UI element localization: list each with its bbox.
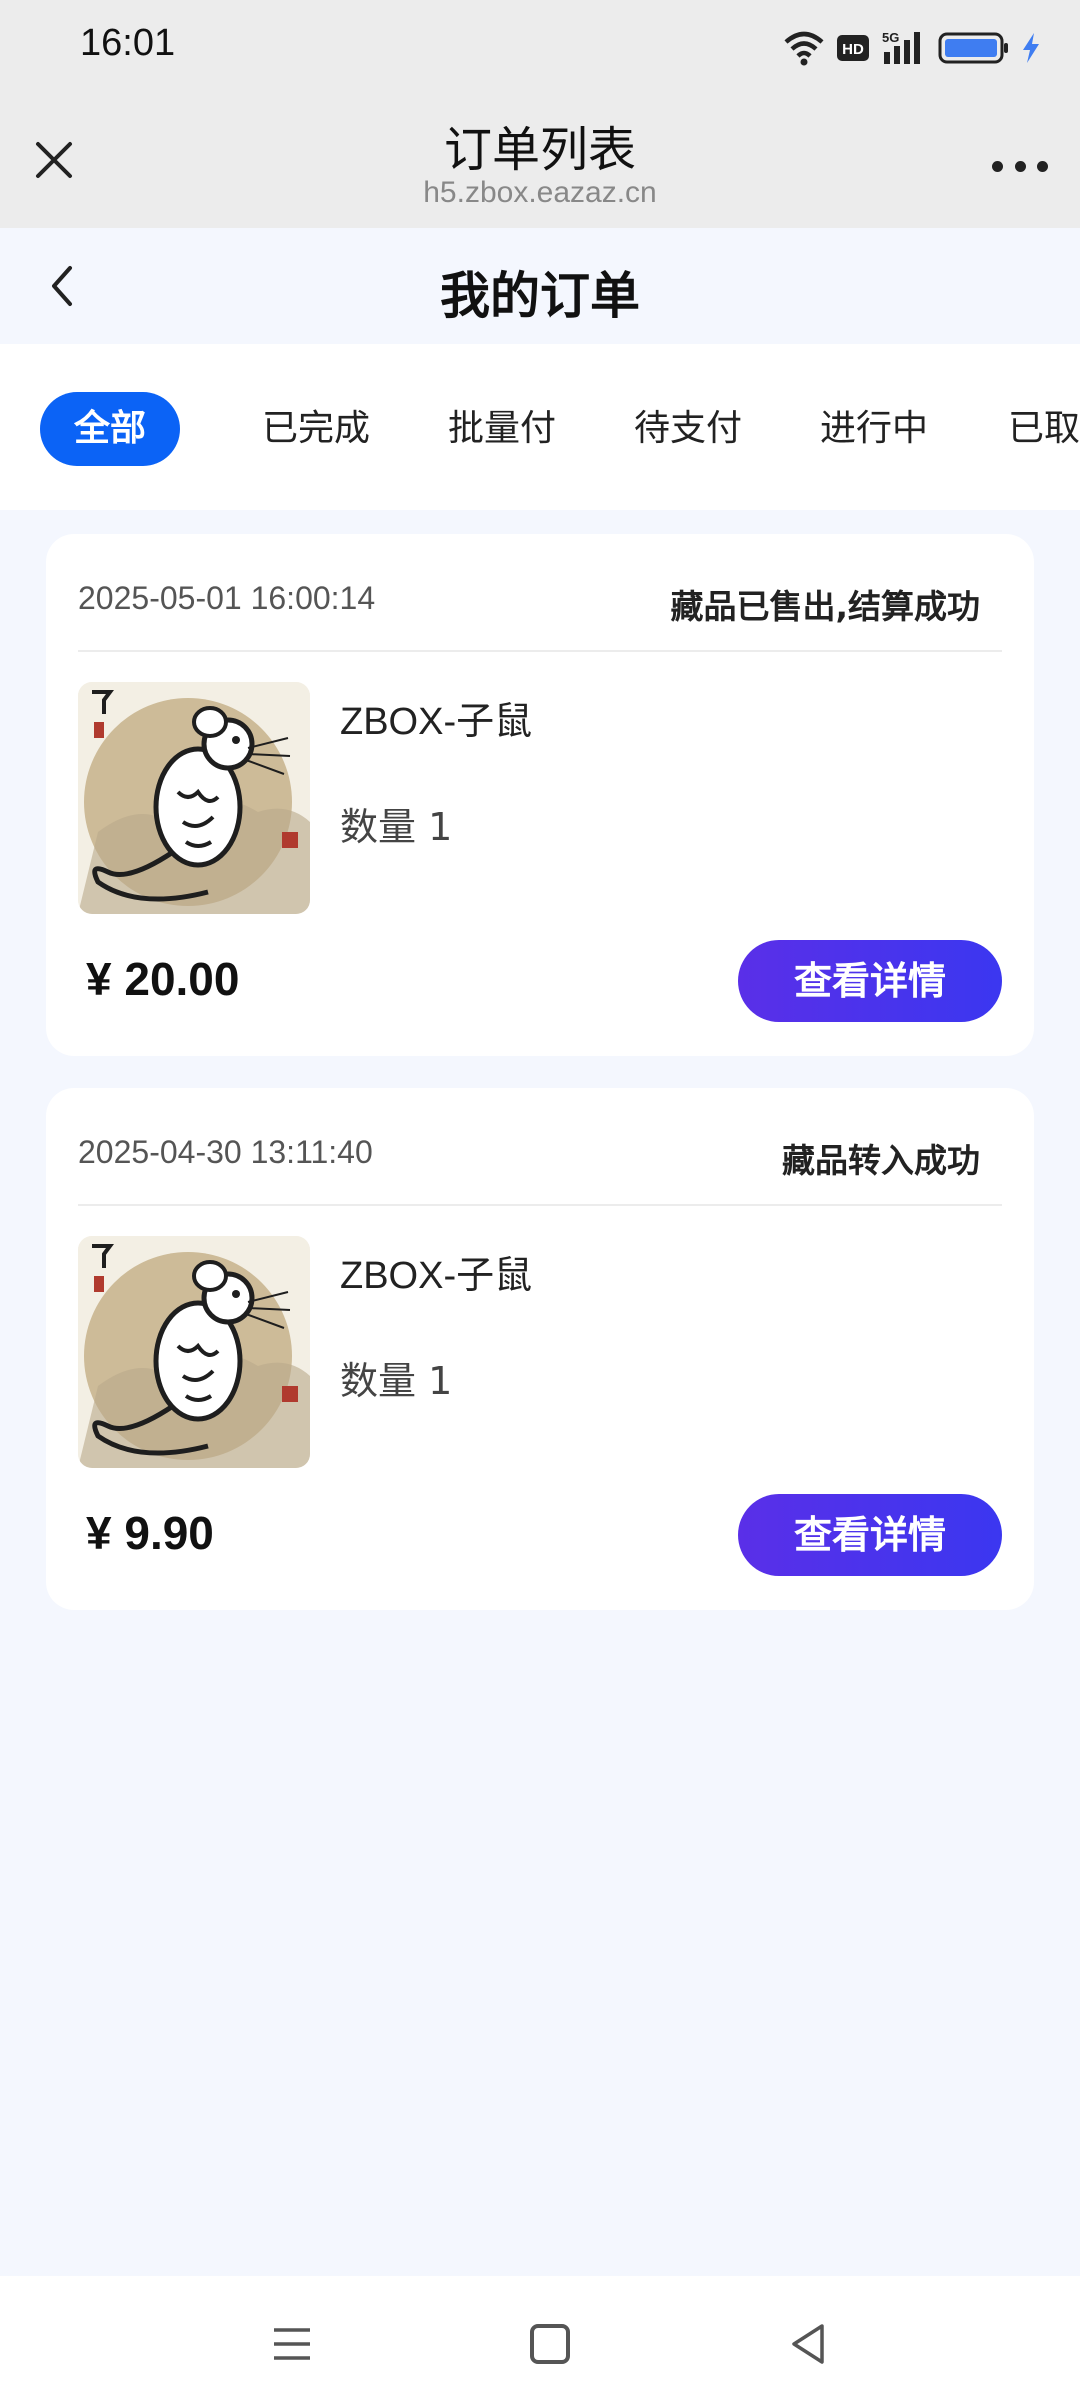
- product-quantity: 数量 1: [340, 805, 453, 849]
- order-date: 2025-04-30 13:11:40: [78, 1134, 373, 1170]
- status-bar: 16:01 HD 5G: [0, 0, 1080, 96]
- view-details-button[interactable]: 查看详情: [738, 1494, 1002, 1576]
- status-time: 16:01: [80, 22, 176, 64]
- order-tabs: 全部 已完成 批量付 待支付 进行中 已取消: [0, 344, 1080, 510]
- order-status: 藏品转入成功: [782, 1141, 980, 1180]
- product-image: [78, 1236, 310, 1468]
- wifi-icon: [784, 31, 824, 66]
- tab-cancelled[interactable]: 已取消: [1008, 392, 1080, 466]
- product-quantity: 数量 1: [340, 1359, 453, 1403]
- tab-pending-payment[interactable]: 待支付: [634, 392, 742, 466]
- more-dot: [1014, 160, 1026, 172]
- rat-artwork: [78, 1236, 310, 1468]
- order-card[interactable]: 2025-04-30 13:11:40 藏品转入成功 ZBOX-子鼠 数量 1 …: [46, 1088, 1034, 1610]
- divider: [78, 1204, 1002, 1206]
- signal-icon: 5G: [882, 30, 920, 64]
- hd-icon: HD: [837, 35, 869, 61]
- divider: [78, 650, 1002, 652]
- more-dot: [992, 160, 1003, 172]
- order-date: 2025-05-01 16:00:14: [78, 580, 376, 616]
- browser-bar: 订单列表 h5.zbox.eazaz.cn: [0, 96, 1080, 228]
- more-dot: [1037, 160, 1048, 172]
- order-status: 藏品已售出,结算成功: [670, 587, 980, 626]
- battery-icon: [938, 32, 1008, 64]
- nav-back-icon[interactable]: [788, 2322, 828, 2366]
- hd-label: HD: [842, 41, 864, 58]
- browser-title: 订单列表: [443, 122, 636, 178]
- more-icon[interactable]: [992, 156, 1048, 176]
- charging-icon: [1023, 33, 1039, 63]
- network-label: 5G: [882, 30, 899, 45]
- tab-all[interactable]: 全部: [40, 392, 180, 466]
- nav-menu-icon[interactable]: [272, 2324, 312, 2364]
- page-title: 我的订单: [440, 267, 640, 325]
- browser-url: h5.zbox.eazaz.cn: [423, 176, 657, 209]
- nav-home-icon[interactable]: [530, 2324, 570, 2364]
- order-card[interactable]: 2025-05-01 16:00:14 藏品已售出,结算成功 ZBOX-子鼠 数…: [46, 534, 1034, 1056]
- system-nav-bar: [0, 2276, 1080, 2408]
- order-price: ¥ 20.00: [86, 953, 240, 1005]
- rat-artwork: [78, 682, 310, 914]
- status-icons: HD 5G: [782, 26, 1042, 70]
- tab-completed[interactable]: 已完成: [262, 392, 370, 466]
- tab-batch-pay[interactable]: 批量付: [448, 392, 556, 466]
- view-details-button[interactable]: 查看详情: [738, 940, 1002, 1022]
- page-header: 我的订单: [0, 228, 1080, 344]
- product-name: ZBOX-子鼠: [340, 1255, 533, 1297]
- tab-in-progress[interactable]: 进行中: [820, 392, 928, 466]
- product-name: ZBOX-子鼠: [340, 701, 533, 743]
- order-price: ¥ 9.90: [86, 1507, 214, 1559]
- product-image: [78, 682, 310, 914]
